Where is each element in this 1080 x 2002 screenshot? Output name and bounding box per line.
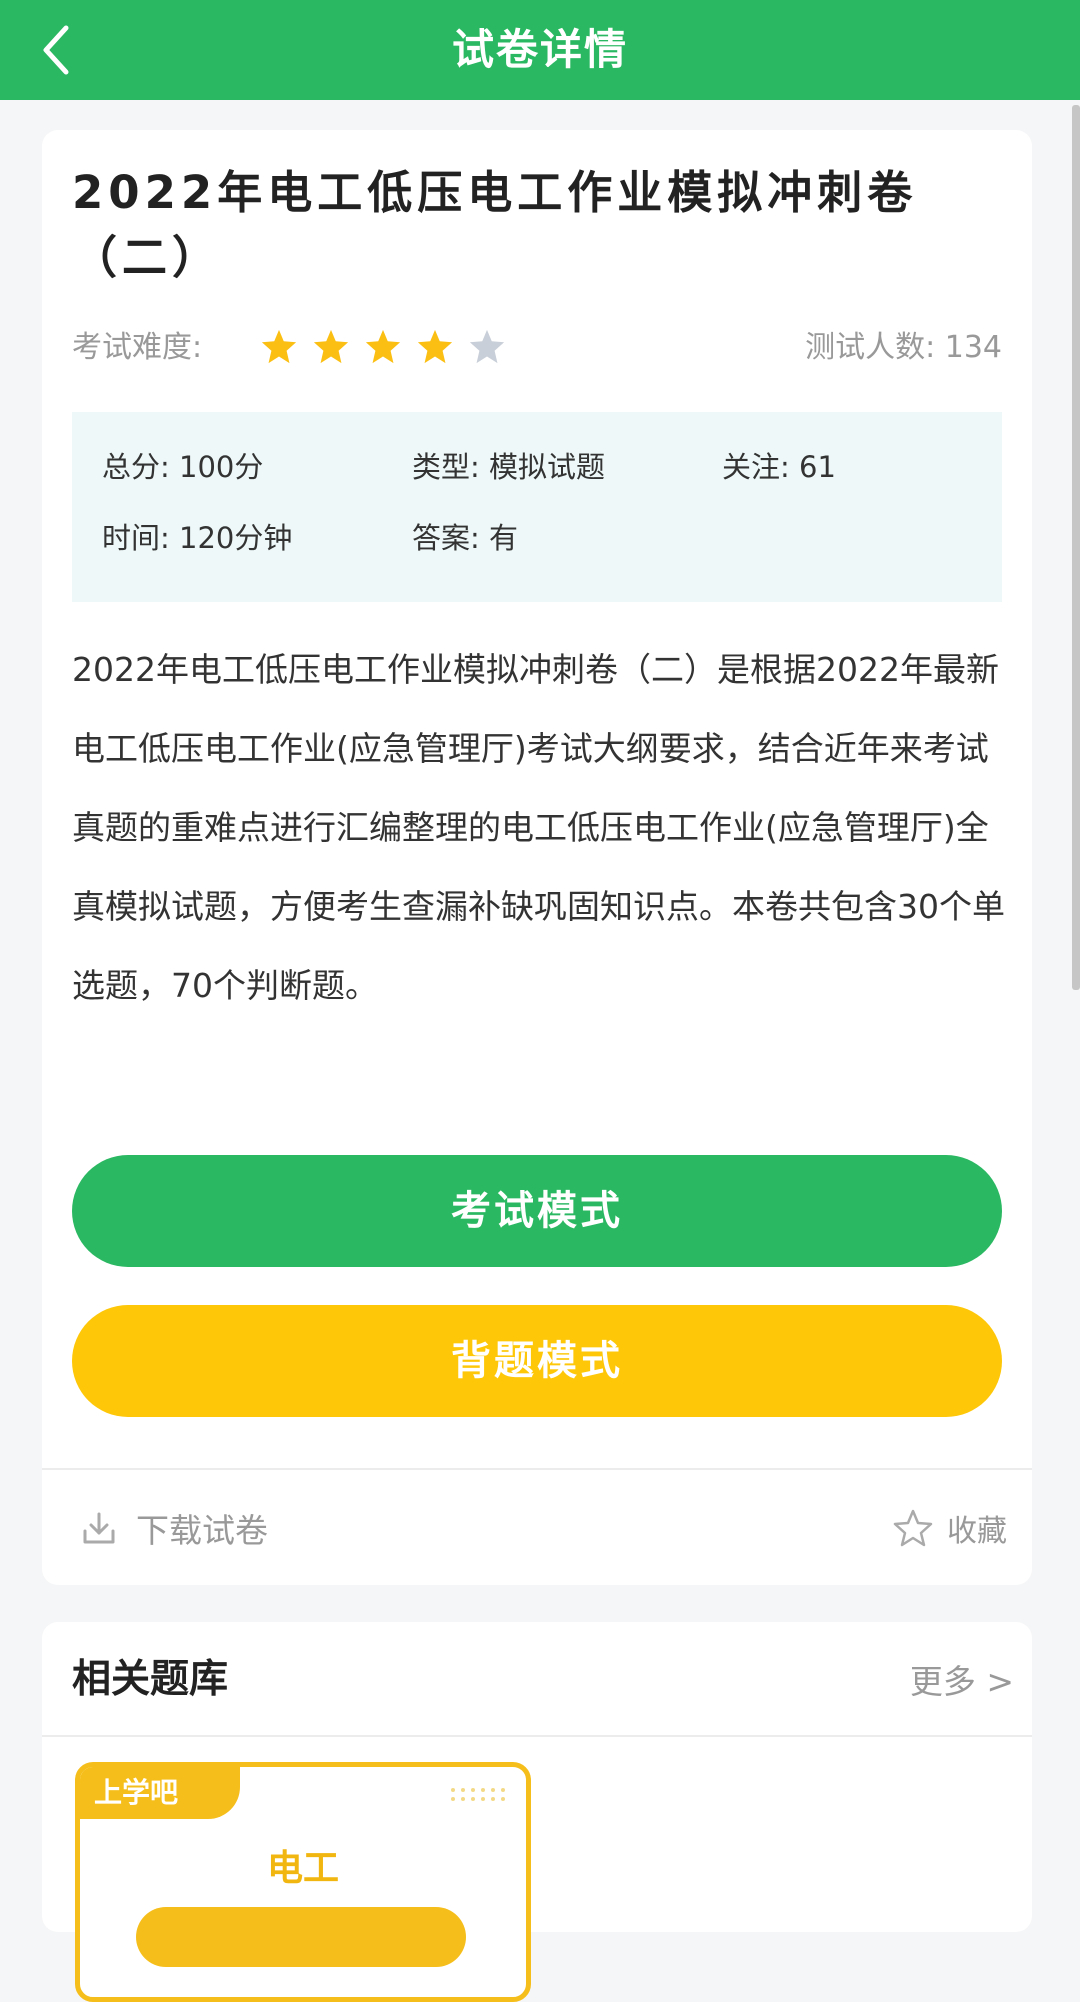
paper-detail-card: 2022年电工低压电工作业模拟冲刺卷（二） 考试难度: 测试人数: 134 总分… bbox=[42, 130, 1032, 1585]
download-icon bbox=[83, 1512, 115, 1543]
difficulty-label: 考试难度: bbox=[72, 330, 203, 365]
star-filled-icon bbox=[365, 329, 401, 364]
related-more-link[interactable]: 更多 > bbox=[910, 1652, 1014, 1712]
info-time: 时间: 120分钟 bbox=[102, 521, 293, 555]
scrollbar[interactable] bbox=[1072, 105, 1080, 990]
page-title: 试卷详情 bbox=[451, 25, 628, 74]
bank-enter-pill bbox=[136, 1907, 466, 1967]
star-filled-icon bbox=[261, 329, 297, 364]
bank-name: 电工 bbox=[266, 1848, 339, 1889]
star-empty-icon bbox=[469, 329, 505, 364]
paper-title: 2022年电工低压电工作业模拟冲刺卷（二） bbox=[72, 166, 918, 284]
info-answer: 答案: 有 bbox=[412, 521, 518, 555]
bank-brand-logo: 上学吧 bbox=[94, 1776, 179, 1809]
paper-description: 2022年电工低压电工作业模拟冲刺卷（二）是根据2022年最新电工低压电工作业(… bbox=[72, 650, 1005, 1005]
info-type: 类型: 模拟试题 bbox=[412, 450, 605, 484]
download-button[interactable]: 下载试卷 bbox=[80, 1470, 268, 1585]
star-filled-icon bbox=[313, 329, 349, 364]
recite-mode-button[interactable]: 背题模式 bbox=[72, 1305, 1002, 1417]
related-bank-card[interactable]: 上学吧 电工 bbox=[75, 1762, 531, 2002]
related-card: 相关题库 更多 > 上学吧 电工 bbox=[42, 1622, 1032, 2002]
footer-actions: 下载试卷 收藏 bbox=[42, 1470, 1032, 1585]
info-total-score: 总分: 100分 bbox=[102, 450, 264, 484]
testers-number: 134 bbox=[944, 330, 1002, 365]
decorative-dots-icon bbox=[451, 1788, 505, 1801]
info-box: 总分: 100分 类型: 模拟试题 关注: 61 时间: 120分钟 答案: 有 bbox=[72, 412, 1002, 602]
meta-row: 考试难度: 测试人数: 134 bbox=[72, 318, 1002, 378]
favorite-label: 收藏 bbox=[947, 1513, 1007, 1549]
exam-mode-button[interactable]: 考试模式 bbox=[72, 1155, 1002, 1267]
download-label: 下载试卷 bbox=[136, 1510, 268, 1550]
difficulty-stars bbox=[260, 328, 520, 368]
related-title: 相关题库 bbox=[72, 1657, 229, 1702]
info-follow: 关注: 61 bbox=[722, 450, 836, 484]
top-bar: 试卷详情 bbox=[0, 0, 1080, 100]
star-filled-icon bbox=[417, 329, 453, 364]
favorite-button[interactable]: 收藏 bbox=[893, 1470, 1007, 1585]
testers-label: 测试人数: bbox=[805, 330, 945, 365]
testers-count: 测试人数: 134 bbox=[805, 318, 1002, 378]
bank-card-header: 上学吧 bbox=[80, 1767, 240, 1819]
divider bbox=[42, 1735, 1032, 1737]
star-outline-icon bbox=[893, 1509, 933, 1546]
